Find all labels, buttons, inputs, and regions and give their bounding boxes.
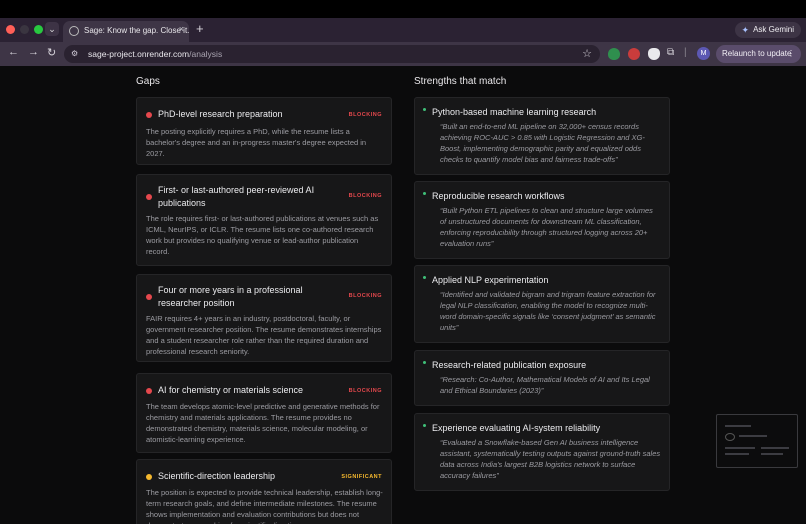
thumbnail-line	[725, 453, 749, 455]
strength-title: Experience evaluating AI-system reliabil…	[432, 423, 601, 433]
strength-title: Applied NLP experimentation	[432, 275, 549, 285]
severity-dot	[146, 473, 152, 480]
tab-bar: ⌄ Sage: Know the gap. Close it. × + ✦ As…	[0, 18, 806, 42]
strength-quote: “Research: Co-Author, Mathematical Model…	[440, 375, 650, 395]
severity-badge: BLOCKING	[348, 388, 382, 394]
gap-header: Scientific-direction leadership	[146, 470, 343, 483]
back-icon[interactable]: ←	[8, 46, 19, 58]
extension-shield-white-icon[interactable]	[648, 48, 660, 60]
gap-card: First- or last-authored peer-reviewed AI…	[136, 174, 392, 266]
strength-card: Python-based machine learning research “…	[414, 97, 670, 175]
strength-quote: “Identified and validated bigram and tri…	[440, 290, 656, 332]
gap-header: AI for chemistry or materials science	[146, 384, 343, 397]
extension-shield-icon[interactable]	[608, 48, 620, 60]
active-tab[interactable]: Sage: Know the gap. Close it. ×	[63, 21, 189, 42]
gap-description: The position is expected to provide tech…	[146, 488, 383, 524]
reload-icon[interactable]: ↻	[47, 46, 56, 59]
maximize-window-button[interactable]	[34, 25, 43, 34]
gap-description: The role requires first- or last-authore…	[146, 214, 379, 256]
site-info-icon[interactable]: ⚙	[71, 49, 81, 59]
thumbnail-line	[725, 447, 755, 449]
new-tab-button[interactable]: +	[196, 21, 204, 36]
strength-card: Reproducible research workflows “Built P…	[414, 181, 670, 259]
gap-title: Four or more years in a professional res…	[158, 285, 303, 308]
gaps-heading: Gaps	[136, 76, 160, 87]
top-black-strip	[0, 0, 806, 18]
thumbnail-line	[761, 447, 789, 449]
severity-badge: SIGNIFICANT	[341, 474, 382, 480]
url-path: /analysis	[189, 49, 223, 59]
relaunch-label: Relaunch to update	[722, 49, 792, 58]
profile-avatar[interactable]: M	[697, 47, 710, 60]
match-dot	[423, 192, 426, 195]
severity-dot	[146, 387, 152, 394]
severity-dot	[146, 111, 152, 118]
strength-title: Reproducible research workflows	[432, 191, 565, 201]
gap-description: FAIR requires 4+ years in an industry, p…	[146, 314, 382, 356]
strength-card: Applied NLP experimentation “Identified …	[414, 265, 670, 343]
gap-card: PhD-level research preparation BLOCKING …	[136, 97, 392, 165]
thumbnail-line	[725, 425, 751, 427]
browser-toolbar: ← → ↻ ⚙ sage-project.onrender.com/analys…	[0, 42, 806, 66]
strength-title: Python-based machine learning research	[432, 107, 597, 117]
address-bar[interactable]: ⚙ sage-project.onrender.com/analysis ☆	[64, 45, 600, 63]
ask-gemini-label: Ask Gemini	[753, 25, 794, 34]
gap-title: First- or last-authored peer-reviewed AI…	[158, 185, 315, 208]
gap-header: First- or last-authored peer-reviewed AI…	[146, 184, 343, 210]
match-dot	[423, 276, 426, 279]
page-content: Gaps Strengths that match PhD-level rese…	[0, 66, 806, 524]
ask-gemini-button[interactable]: ✦ Ask Gemini	[734, 22, 801, 38]
gap-description: The team develops atomic-level predictiv…	[146, 402, 380, 444]
gap-header: Four or more years in a professional res…	[146, 284, 343, 310]
url-text: sage-project.onrender.com/analysis	[88, 49, 222, 59]
gap-card: Four or more years in a professional res…	[136, 274, 392, 362]
more-icon[interactable]: ⋮	[787, 45, 795, 63]
severity-dot	[146, 294, 152, 300]
gap-description: The posting explicitly requires a PhD, w…	[146, 127, 367, 158]
gap-header: PhD-level research preparation	[146, 108, 343, 121]
match-dot	[423, 108, 426, 111]
severity-dot	[146, 194, 152, 200]
thumbnail-line	[761, 453, 783, 455]
match-dot	[423, 361, 426, 364]
tab-title: Sage: Know the gap. Close it.	[84, 26, 190, 35]
strength-card: Research-related publication exposure “R…	[414, 350, 670, 406]
severity-badge: BLOCKING	[348, 293, 382, 299]
extensions-puzzle-icon[interactable]: ⧉	[667, 47, 674, 58]
tab-list-button[interactable]: ⌄	[45, 22, 59, 36]
strength-title: Research-related publication exposure	[432, 360, 587, 370]
floating-preview-thumbnail[interactable]	[716, 414, 798, 468]
match-dot	[423, 424, 426, 427]
url-host: sage-project.onrender.com	[88, 49, 190, 59]
strength-quote: “Built Python ETL pipelines to clean and…	[440, 206, 653, 248]
severity-badge: BLOCKING	[348, 193, 382, 199]
tab-close-button[interactable]: ×	[179, 24, 184, 34]
gap-card: AI for chemistry or materials science BL…	[136, 373, 392, 453]
severity-badge: BLOCKING	[348, 112, 382, 118]
gap-title: AI for chemistry or materials science	[158, 385, 304, 395]
forward-icon[interactable]: →	[28, 46, 39, 58]
thumbnail-line	[739, 435, 767, 437]
relaunch-button[interactable]: Relaunch to update ⋮	[716, 45, 801, 63]
strengths-heading: Strengths that match	[414, 76, 507, 87]
toolbar-divider: |	[684, 47, 687, 58]
gap-title: Scientific-direction leadership	[158, 471, 276, 481]
strength-quote: “Built an end-to-end ML pipeline on 32,0…	[440, 122, 645, 164]
thumbnail-ring	[725, 433, 735, 441]
globe-icon	[69, 26, 79, 36]
gap-title: PhD-level research preparation	[158, 109, 283, 119]
extension-red-icon[interactable]	[628, 48, 640, 60]
close-window-button[interactable]	[6, 25, 15, 34]
gemini-sparkle-icon: ✦	[741, 25, 750, 35]
strength-quote: “Evaluated a Snowflake-based Gen AI busi…	[440, 438, 661, 480]
window-controls	[6, 25, 43, 34]
minimize-window-button[interactable]	[20, 25, 29, 34]
bookmark-star-icon[interactable]: ☆	[582, 47, 592, 60]
strength-card: Experience evaluating AI-system reliabil…	[414, 413, 670, 491]
gap-card: Scientific-direction leadership SIGNIFIC…	[136, 459, 392, 524]
